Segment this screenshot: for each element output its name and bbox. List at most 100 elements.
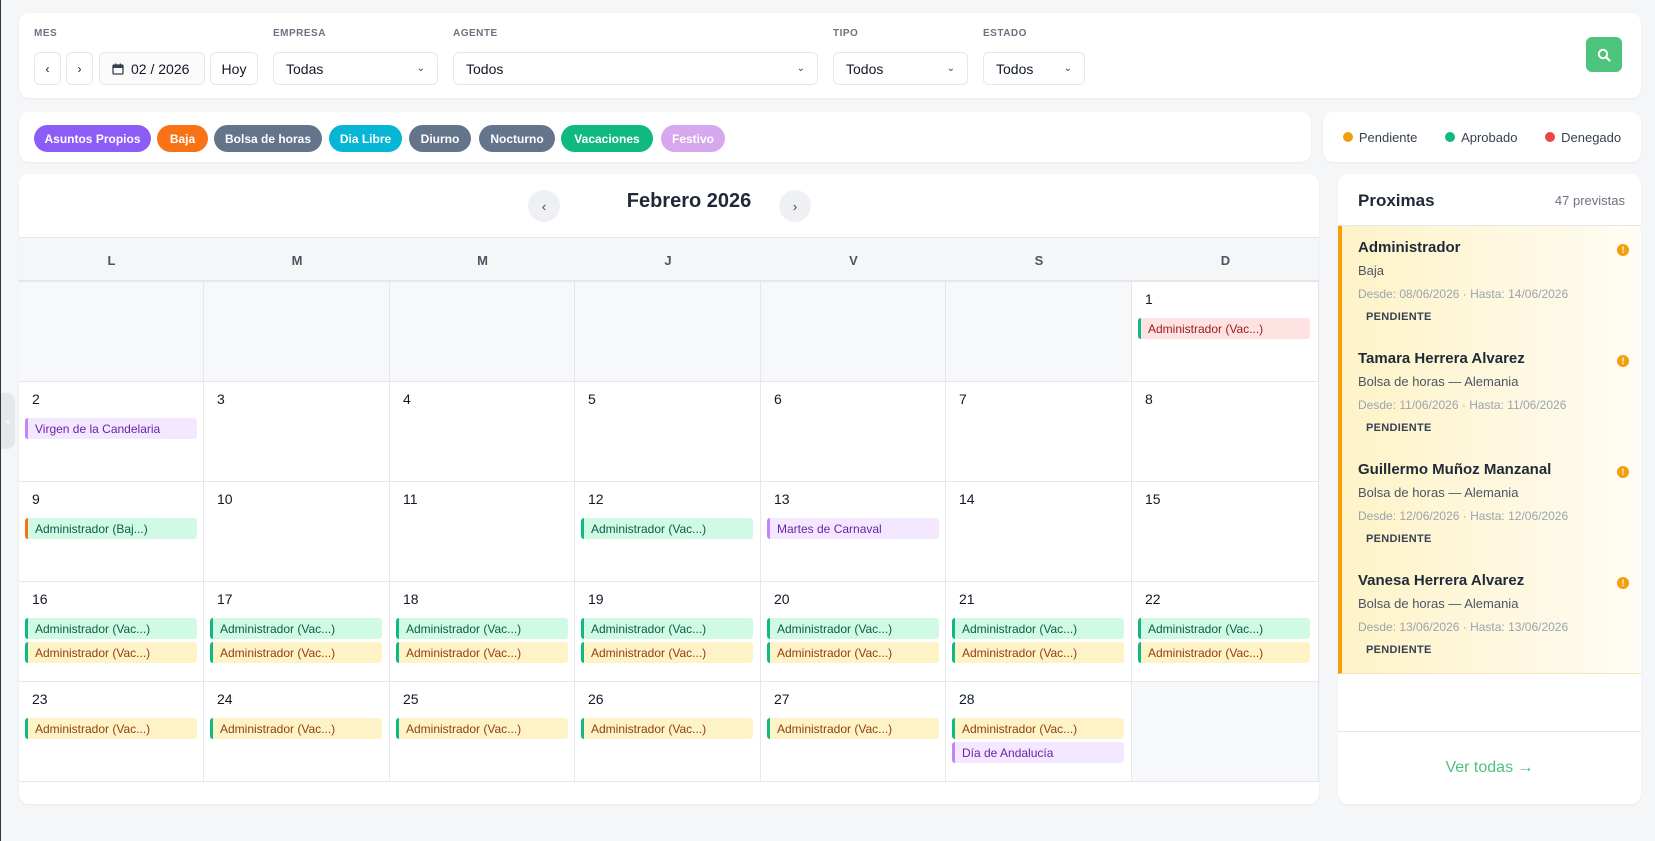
calendar-event[interactable]: Administrador (Vac...) [952,618,1124,639]
empresa-value: Todas [286,60,324,77]
agente-select[interactable]: Todos ⌄ [453,52,818,85]
calendar-day-cell[interactable]: 17 Administrador (Vac...) Administrador (V… [204,582,390,682]
day-number: 4 [403,391,411,407]
calendar-day-cell[interactable]: 13 Martes de Carnaval [761,482,946,582]
tag-diurno[interactable]: Diurno [409,125,471,152]
calendar-day-cell[interactable]: 12 Administrador (Vac...) [575,482,761,582]
calendar-event[interactable]: Administrador (Vac...) [581,618,753,639]
month-input[interactable]: 02 / 2026 [99,52,205,85]
calendar-event[interactable]: Día de Andalucía [952,742,1124,763]
calendar-prev-button[interactable]: ‹ [528,190,560,222]
pending-alert-icon: ! [1617,355,1629,367]
calendar-grid: 1 Administrador (Vac...) 2 Virgen de la Can… [19,282,1319,782]
calendar-day-cell[interactable]: 6 [761,382,946,482]
upcoming-item-name: Guillermo Muñoz Manzanal [1358,461,1552,478]
calendar-event[interactable]: Administrador (Vac...) [210,618,382,639]
calendar-event[interactable]: Administrador (Vac...) [767,718,939,739]
calendar-day-cell[interactable]: 19 Administrador (Vac...) Administrador (V… [575,582,761,682]
upcoming-item-status: PENDIENTE [1366,422,1432,434]
tag-baja[interactable]: Baja [157,125,208,152]
calendar-day-cell[interactable]: 4 [390,382,575,482]
calendar-event[interactable]: Administrador (Vac...) [581,518,753,539]
prev-month-button[interactable]: ‹ [34,52,61,85]
calendar-event[interactable]: Administrador (Vac...) [1138,318,1310,339]
tag-festivo[interactable]: Festivo [661,125,725,152]
tipo-value: Todos [846,60,884,77]
upcoming-item[interactable]: Administrador Baja Desde: 08/06/2026 · Has… [1338,226,1641,341]
see-all-link[interactable]: Ver todas → [1338,731,1641,804]
calendar-event[interactable]: Administrador (Vac...) [396,618,568,639]
calendar-day-cell[interactable]: 5 [575,382,761,482]
tag-bolsa-de-horas[interactable]: Bolsa de horas [214,125,322,152]
calendar-event[interactable]: Administrador (Vac...) [25,718,197,739]
estado-select[interactable]: Todos ⌄ [983,52,1085,85]
day-number: 2 [32,391,40,407]
calendar-day-cell[interactable]: 22 Administrador (Vac...) Administrador (V… [1132,582,1319,682]
calendar-event[interactable]: Administrador (Vac...) [1138,618,1310,639]
calendar-day-cell[interactable]: 15 [1132,482,1319,582]
legend-aprobado: Aprobado [1445,130,1517,145]
empresa-select[interactable]: Todas ⌄ [273,52,438,85]
calendar-event[interactable]: Administrador (Vac...) [581,642,753,663]
calendar-day-cell[interactable]: 10 [204,482,390,582]
calendar-event[interactable]: Administrador (Vac...) [396,718,568,739]
calendar-day-cell[interactable]: 3 [204,382,390,482]
calendar-event[interactable]: Administrador (Baj...) [25,518,197,539]
calendar-day-cell[interactable]: 25 Administrador (Vac...) [390,682,575,782]
calendar-day-cell[interactable]: 7 [946,382,1132,482]
calendar-day-cell[interactable]: 23 Administrador (Vac...) [19,682,204,782]
calendar-day-cell[interactable]: 18 Administrador (Vac...) Administrador (V… [390,582,575,682]
calendar-day-cell[interactable]: 16 Administrador (Vac...) Administrador (V… [19,582,204,682]
calendar-event[interactable]: Administrador (Vac...) [767,618,939,639]
tipo-select[interactable]: Todos ⌄ [833,52,968,85]
calendar-event[interactable]: Martes de Carnaval [767,518,939,539]
calendar-day-cell[interactable]: 20 Administrador (Vac...) Administrador (V… [761,582,946,682]
tag-vacaciones[interactable]: Vacaciones [561,125,653,152]
calendar-day-cell[interactable]: 9 Administrador (Baj...) [19,482,204,582]
agente-value: Todos [466,60,504,77]
chevron-down-icon: ⌄ [946,63,955,74]
calendar-day-cell[interactable]: 8 [1132,382,1319,482]
calendar-event[interactable]: Administrador (Vac...) [952,718,1124,739]
weekday-header-cell: V [849,252,858,268]
calendar-event[interactable]: Administrador (Vac...) [581,718,753,739]
calendar-event[interactable]: Administrador (Vac...) [396,642,568,663]
calendar-event[interactable]: Administrador (Vac...) [210,718,382,739]
collapse-sidebar-tab[interactable]: ‹ [1,393,15,449]
search-button[interactable] [1586,37,1622,72]
calendar-day-cell[interactable]: 28 Administrador (Vac...) Día de Andalucía [946,682,1132,782]
upcoming-item[interactable]: Tamara Herrera Alvarez Bolsa de horas — A… [1338,337,1641,452]
calendar-event[interactable]: Administrador (Vac...) [1138,642,1310,663]
calendar-day-cell[interactable]: 27 Administrador (Vac...) [761,682,946,782]
weekday-header-cell: M [291,252,303,268]
day-number: 13 [774,491,790,507]
status-legend: Pendiente Aprobado Denegado [1323,112,1641,162]
day-number: 16 [32,591,48,607]
calendar-empty-cell [390,282,575,382]
calendar-event[interactable]: Administrador (Vac...) [25,618,197,639]
weekday-header-cell: D [1220,252,1231,268]
calendar-day-cell[interactable]: 21 Administrador (Vac...) Administrador (V… [946,582,1132,682]
calendar-day-cell[interactable]: 26 Administrador (Vac...) [575,682,761,782]
calendar-day-cell[interactable]: 11 [390,482,575,582]
calendar-event[interactable]: Administrador (Vac...) [210,642,382,663]
upcoming-item[interactable]: Vanesa Herrera Alvarez Bolsa de horas — A… [1338,559,1641,674]
calendar-day-cell[interactable]: 14 [946,482,1132,582]
tag-asuntos-propios[interactable]: Asuntos Propios [34,125,151,152]
calendar-day-cell[interactable]: 2 Virgen de la Candelaria [19,382,204,482]
calendar-event[interactable]: Administrador (Vac...) [767,642,939,663]
day-number: 25 [403,691,419,707]
tag-nocturno[interactable]: Nocturno [479,125,555,152]
calendar-day-cell[interactable]: 1 Administrador (Vac...) [1132,282,1319,382]
calendar-day-cell[interactable]: 24 Administrador (Vac...) [204,682,390,782]
day-number: 6 [774,391,782,407]
day-number: 24 [217,691,233,707]
calendar-event[interactable]: Administrador (Vac...) [952,642,1124,663]
upcoming-item[interactable]: Guillermo Muñoz Manzanal Bolsa de horas —… [1338,448,1641,563]
today-button[interactable]: Hoy [210,52,258,85]
tag-dia-libre[interactable]: Dia Libre [329,125,402,152]
next-month-button[interactable]: › [66,52,93,85]
calendar-event[interactable]: Virgen de la Candelaria [25,418,197,439]
calendar-event[interactable]: Administrador (Vac...) [25,642,197,663]
calendar-next-button[interactable]: › [779,190,811,222]
